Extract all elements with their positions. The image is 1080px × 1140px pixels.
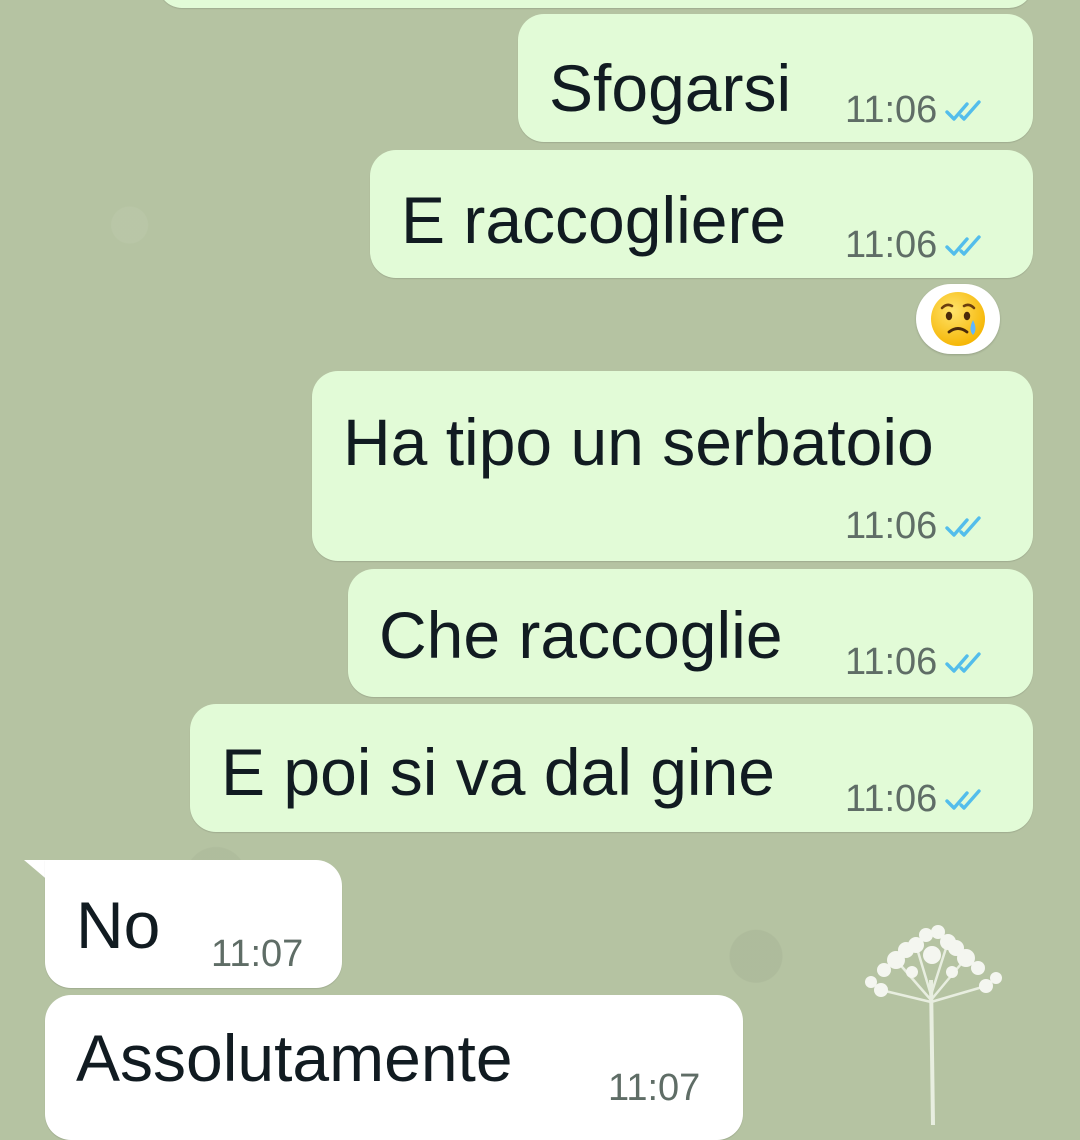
message-bubble-incoming[interactable]: Assolutamente 11:07 bbox=[45, 995, 743, 1140]
message-time: 11:06 bbox=[845, 778, 938, 820]
message-time: 11:06 bbox=[845, 505, 938, 547]
message-bubble-outgoing[interactable]: Sfogarsi 11:06 bbox=[518, 14, 1033, 142]
message-bubble-outgoing[interactable]: E raccogliere 11:06 bbox=[370, 150, 1033, 278]
message-meta: 11:06 bbox=[845, 89, 987, 132]
double-check-read-icon bbox=[945, 515, 981, 537]
message-time: 11:07 bbox=[608, 1067, 701, 1109]
message-text: Assolutamente bbox=[76, 1021, 513, 1095]
message-bubble-outgoing[interactable]: E poi si va dal gine 11:06 bbox=[190, 704, 1033, 832]
sad-but-relieved-face-emoji-icon bbox=[931, 292, 985, 346]
double-check-read-icon bbox=[945, 651, 981, 673]
message-time: 11:07 bbox=[211, 933, 304, 975]
message-text: Sfogarsi bbox=[549, 51, 792, 125]
message-meta: 11:07 bbox=[211, 933, 303, 976]
message-text: Che raccoglie bbox=[379, 598, 783, 672]
message-text: Ha tipo un serbatoio bbox=[343, 405, 934, 479]
message-meta: 11:06 bbox=[845, 778, 987, 821]
message-time: 11:06 bbox=[845, 641, 938, 683]
message-bubble-outgoing[interactable]: Ha tipo un serbatoio 11:06 bbox=[312, 371, 1033, 561]
message-bubble-partial[interactable] bbox=[158, 0, 1033, 8]
flower-wallpaper-decoration bbox=[865, 925, 1002, 1125]
message-meta: 11:06 bbox=[845, 505, 987, 548]
message-bubble-incoming[interactable]: No 11:07 bbox=[45, 860, 342, 988]
double-check-read-icon bbox=[945, 788, 981, 810]
message-text: No bbox=[76, 888, 161, 962]
message-bubble-outgoing[interactable]: Che raccoglie 11:06 bbox=[348, 569, 1033, 697]
message-time: 11:06 bbox=[845, 224, 938, 266]
message-meta: 11:06 bbox=[845, 224, 987, 267]
message-meta: 11:06 bbox=[845, 641, 987, 684]
message-reaction[interactable] bbox=[916, 284, 1000, 354]
message-text: E poi si va dal gine bbox=[221, 735, 776, 809]
message-meta: 11:07 bbox=[608, 1067, 700, 1110]
message-text: E raccogliere bbox=[401, 183, 787, 257]
double-check-read-icon bbox=[945, 99, 981, 121]
double-check-read-icon bbox=[945, 234, 981, 256]
message-time: 11:06 bbox=[845, 89, 938, 131]
